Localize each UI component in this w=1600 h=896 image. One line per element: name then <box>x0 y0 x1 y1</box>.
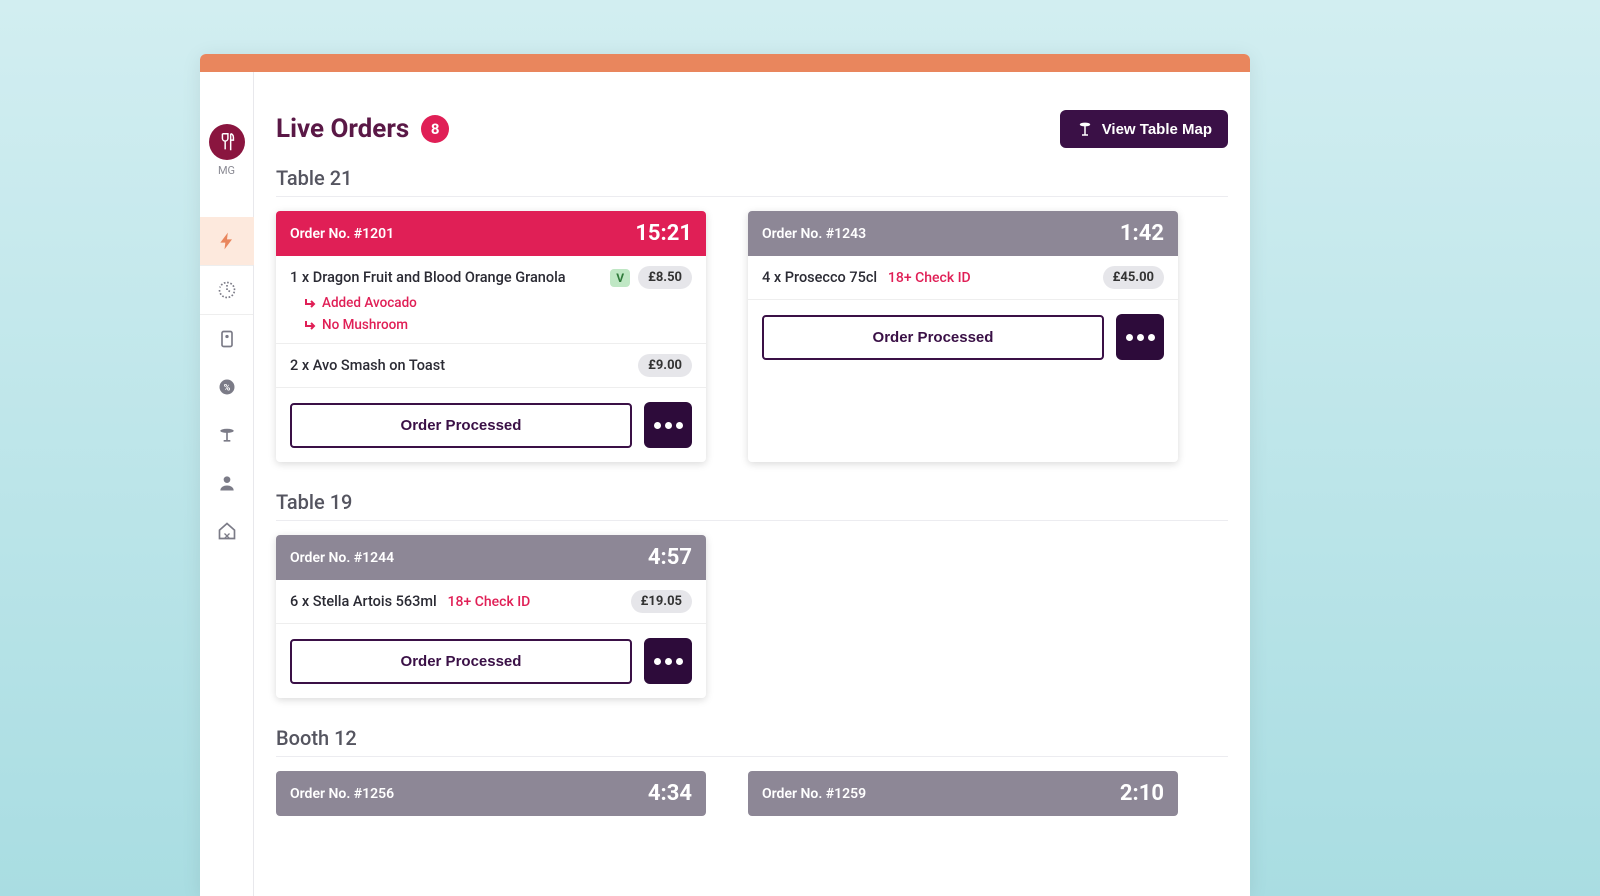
line-item: 2 x Avo Smash on Toast £9.00 <box>276 344 706 388</box>
item-modifier: Added Avocado <box>290 295 692 311</box>
nav-discounts[interactable]: % <box>200 363 254 411</box>
section-title-table21: Table 21 <box>276 166 1228 197</box>
item-name: 4 x Prosecco 75cl 18+ Check ID <box>762 269 1093 286</box>
sidebar: MG % <box>200 72 254 896</box>
order-more-button[interactable] <box>644 402 692 448</box>
item-name: 2 x Avo Smash on Toast <box>290 357 628 374</box>
order-more-button[interactable] <box>644 638 692 684</box>
item-name: 1 x Dragon Fruit and Blood Orange Granol… <box>290 269 600 286</box>
menu-card-icon <box>217 329 237 349</box>
order-header: Order No. #1259 2:10 <box>748 771 1178 816</box>
age-check-warning: 18+ Check ID <box>888 270 971 286</box>
order-card-1256: Order No. #1256 4:34 <box>276 771 706 816</box>
view-table-map-button[interactable]: View Table Map <box>1060 110 1228 148</box>
section-title-booth12: Booth 12 <box>276 726 1228 757</box>
nav-menu[interactable] <box>200 315 254 363</box>
order-number: Order No. #1201 <box>290 226 394 242</box>
table-icon <box>217 425 237 445</box>
item-price: £19.05 <box>631 590 692 613</box>
order-elapsed-time: 1:42 <box>1120 221 1164 246</box>
nav-staff[interactable] <box>200 459 254 507</box>
modifier-arrow-icon <box>304 297 316 309</box>
order-card-1259: Order No. #1259 2:10 <box>748 771 1178 816</box>
order-card-1201: Order No. #1201 15:21 1 x Dragon Fruit a… <box>276 211 706 462</box>
order-elapsed-time: 4:57 <box>648 545 692 570</box>
main-content: Live Orders 8 View Table Map Table 21 Or… <box>254 72 1250 896</box>
nav-venue[interactable] <box>200 507 254 555</box>
order-elapsed-time: 15:21 <box>635 221 692 246</box>
vegetarian-badge: V <box>610 269 630 287</box>
dots-icon <box>654 422 661 429</box>
order-number: Order No. #1256 <box>290 786 394 802</box>
order-card-1243: Order No. #1243 1:42 4 x Prosecco 75cl 1… <box>748 211 1178 462</box>
nav-history[interactable] <box>200 266 254 314</box>
item-modifier: No Mushroom <box>290 317 692 333</box>
house-icon <box>217 521 237 541</box>
line-item: 6 x Stella Artois 563ml 18+ Check ID £19… <box>276 580 706 624</box>
age-check-warning: 18+ Check ID <box>448 594 531 610</box>
window-top-bar <box>200 54 1250 72</box>
line-item: 4 x Prosecco 75cl 18+ Check ID £45.00 <box>748 256 1178 300</box>
line-item: 1 x Dragon Fruit and Blood Orange Granol… <box>276 256 706 344</box>
item-name: 6 x Stella Artois 563ml 18+ Check ID <box>290 593 621 610</box>
order-number: Order No. #1244 <box>290 550 394 566</box>
percent-icon: % <box>217 377 237 397</box>
order-elapsed-time: 2:10 <box>1120 781 1164 806</box>
app-window: MG % <box>200 54 1250 896</box>
order-number: Order No. #1259 <box>762 786 866 802</box>
table-map-icon <box>1076 120 1094 138</box>
order-header: Order No. #1244 4:57 <box>276 535 706 580</box>
wine-fork-icon <box>216 131 238 153</box>
person-icon <box>217 473 237 493</box>
order-elapsed-time: 4:34 <box>648 781 692 806</box>
order-number: Order No. #1243 <box>762 226 866 242</box>
item-price: £45.00 <box>1103 266 1164 289</box>
lightning-icon <box>217 231 237 251</box>
dots-icon <box>654 658 661 665</box>
history-icon <box>217 280 237 300</box>
order-header: Order No. #1243 1:42 <box>748 211 1178 256</box>
item-price: £8.50 <box>638 266 692 289</box>
order-processed-button[interactable]: Order Processed <box>762 315 1104 360</box>
page-title: Live Orders <box>276 114 409 144</box>
order-card-1244: Order No. #1244 4:57 6 x Stella Artois 5… <box>276 535 706 698</box>
item-price: £9.00 <box>638 354 692 377</box>
order-more-button[interactable] <box>1116 314 1164 360</box>
nav-tables[interactable] <box>200 411 254 459</box>
order-processed-button[interactable]: Order Processed <box>290 403 632 448</box>
order-header: Order No. #1201 15:21 <box>276 211 706 256</box>
live-order-count-badge: 8 <box>421 115 449 143</box>
dots-icon <box>1126 334 1133 341</box>
nav-live-orders[interactable] <box>200 217 254 265</box>
brand-initials: MG <box>218 164 235 177</box>
order-header: Order No. #1256 4:34 <box>276 771 706 816</box>
svg-text:%: % <box>223 383 230 393</box>
brand-logo <box>209 124 245 160</box>
section-title-table19: Table 19 <box>276 490 1228 521</box>
view-table-map-label: View Table Map <box>1102 121 1212 138</box>
order-processed-button[interactable]: Order Processed <box>290 639 632 684</box>
modifier-arrow-icon <box>304 319 316 331</box>
